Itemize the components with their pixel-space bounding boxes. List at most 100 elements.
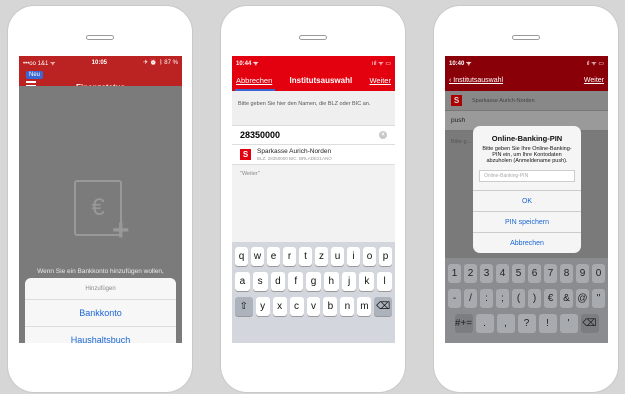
key[interactable]: c xyxy=(289,297,304,316)
clock-text: 10:05 xyxy=(91,59,108,66)
key[interactable]: h xyxy=(323,272,339,291)
screen-pin-dialog: 10:40 ᯤ ıl ᯤ ▭ ‹ Institutsauswahl Weiter… xyxy=(445,56,608,343)
key[interactable]: 0 xyxy=(592,264,605,283)
key[interactable]: m xyxy=(357,297,372,316)
key[interactable]: q xyxy=(235,247,248,266)
back-button[interactable]: ‹ Institutsauswahl xyxy=(449,77,503,84)
clock-text: 10:40 ᯤ xyxy=(449,60,472,67)
bg-result-row: S Sparkasse Aurich-Norden xyxy=(445,91,608,111)
key[interactable]: z xyxy=(315,247,328,266)
key[interactable]: l xyxy=(377,272,393,291)
key[interactable]: v xyxy=(306,297,321,316)
key[interactable]: f xyxy=(288,272,304,291)
key[interactable]: x xyxy=(272,297,287,316)
weiter-hint: "Weiter" xyxy=(240,171,260,177)
next-button[interactable]: Weiter xyxy=(584,77,604,84)
add-household-book-button[interactable]: Haushaltsbuch xyxy=(25,327,176,343)
nav-bar: ‹ Institutsauswahl Weiter xyxy=(445,69,608,91)
key[interactable]: : xyxy=(480,289,493,308)
speaker-icon xyxy=(512,35,540,40)
symbols-key[interactable]: #+= xyxy=(454,314,473,333)
speaker-icon xyxy=(299,35,327,40)
shift-key[interactable]: ⇧ xyxy=(235,297,253,316)
key[interactable]: ' xyxy=(559,314,578,333)
key[interactable]: o xyxy=(363,247,376,266)
content-overlay: € + Wenn Sie ein Bankkonto hinzufügen wo… xyxy=(19,86,182,343)
key[interactable]: t xyxy=(299,247,312,266)
key[interactable]: e xyxy=(267,247,280,266)
key[interactable]: ; xyxy=(496,289,509,308)
sparkasse-logo-icon: S xyxy=(240,149,251,160)
status-bar: •••oo 1&1 ᯤ 10:05 ✈ ⏰ ᛒ 87 % xyxy=(19,56,182,69)
alert-title: Online-Banking-PIN xyxy=(491,134,563,143)
phone-frame-1: •••oo 1&1 ᯤ 10:05 ✈ ⏰ ᛒ 87 % Neu Finanzs… xyxy=(8,6,192,392)
pin-alert: Online-Banking-PIN Bitte geben Sie Ihre … xyxy=(473,126,581,253)
key[interactable]: ( xyxy=(512,289,525,308)
pin-input[interactable]: Online-Banking-PIN xyxy=(479,170,575,182)
action-sheet-header: Hinzufügen xyxy=(25,278,176,300)
backspace-key[interactable]: ⌫ xyxy=(580,314,599,333)
result-meta: BLZ: 28350000 BIC: BRLADE21ANO xyxy=(257,156,332,161)
key[interactable]: j xyxy=(341,272,357,291)
search-input[interactable]: 28350000 × xyxy=(232,125,395,145)
sparkasse-logo-icon: S xyxy=(451,95,462,106)
key[interactable]: / xyxy=(464,289,477,308)
key[interactable]: b xyxy=(323,297,338,316)
key[interactable]: i xyxy=(347,247,360,266)
key[interactable]: 8 xyxy=(560,264,573,283)
key[interactable]: g xyxy=(306,272,321,291)
new-badge[interactable]: Neu xyxy=(26,71,44,79)
key[interactable]: r xyxy=(283,247,296,266)
key[interactable]: 6 xyxy=(528,264,541,283)
key[interactable]: w xyxy=(251,247,264,266)
key[interactable]: 4 xyxy=(496,264,509,283)
result-item[interactable]: S Sparkasse Aurich-Norden BLZ: 28350000 … xyxy=(232,145,395,165)
key[interactable]: 1 xyxy=(448,264,461,283)
key[interactable]: & xyxy=(560,289,573,308)
save-pin-button[interactable]: PIN speichern xyxy=(473,211,581,232)
screen-finanzstatus: •••oo 1&1 ᯤ 10:05 ✈ ⏰ ᛒ 87 % Neu Finanzs… xyxy=(19,56,182,343)
status-bar: 10:40 ᯤ ıl ᯤ ▭ xyxy=(445,56,608,69)
keyboard: qwertzuiop asdfghjkl ⇧ y x c v b n m ⌫ xyxy=(232,242,395,343)
next-button[interactable]: Weiter xyxy=(369,76,391,85)
key[interactable]: 5 xyxy=(512,264,525,283)
key[interactable]: n xyxy=(340,297,355,316)
key[interactable]: k xyxy=(359,272,375,291)
key[interactable]: 7 xyxy=(544,264,557,283)
alert-message: Bitte geben Sie Ihre Online-Banking-PIN … xyxy=(482,146,572,164)
key[interactable]: ? xyxy=(517,314,536,333)
speaker-icon xyxy=(86,35,114,40)
screen-institutsauswahl: 10:44 ᯤ ııl ᯤ ▭ Abbrechen Institutsauswa… xyxy=(232,56,395,343)
prompt: Bitte geben Sie hier den Namen, die BLZ … xyxy=(232,91,395,125)
cancel-button[interactable]: Abbrechen xyxy=(473,232,581,253)
key[interactable]: , xyxy=(496,314,515,333)
key[interactable]: ! xyxy=(538,314,557,333)
keyboard: 1234567890 - /:;() € & @ " #+=.,?! ' ⌫ xyxy=(445,258,608,343)
cancel-button[interactable]: Abbrechen xyxy=(236,76,272,85)
battery-text: ✈ ⏰ ᛒ 87 % xyxy=(143,60,178,66)
key[interactable]: ) xyxy=(528,289,541,308)
key[interactable]: u xyxy=(331,247,344,266)
phone-frame-3: 10:40 ᯤ ıl ᯤ ▭ ‹ Institutsauswahl Weiter… xyxy=(434,6,618,392)
key[interactable]: . xyxy=(475,314,494,333)
key[interactable]: 2 xyxy=(464,264,477,283)
key[interactable]: € xyxy=(544,289,557,308)
key[interactable]: d xyxy=(270,272,286,291)
key[interactable]: - xyxy=(448,289,461,308)
key[interactable]: s xyxy=(252,272,268,291)
key[interactable]: y xyxy=(255,297,270,316)
bg-result-name: Sparkasse Aurich-Norden xyxy=(472,97,535,104)
backspace-key[interactable]: ⌫ xyxy=(374,297,393,316)
key[interactable]: " xyxy=(592,289,605,308)
search-value[interactable]: 28350000 xyxy=(240,130,280,140)
key[interactable]: 9 xyxy=(576,264,589,283)
clear-icon[interactable]: × xyxy=(379,131,387,139)
key[interactable]: a xyxy=(234,272,250,291)
ok-button[interactable]: OK xyxy=(473,190,581,211)
key[interactable]: 3 xyxy=(480,264,493,283)
add-bank-account-button[interactable]: Bankkonto xyxy=(25,300,176,327)
key[interactable]: @ xyxy=(576,289,589,308)
action-sheet: Hinzufügen Bankkonto Haushaltsbuch xyxy=(25,278,176,343)
add-icon: + xyxy=(112,214,130,247)
key[interactable]: p xyxy=(379,247,392,266)
